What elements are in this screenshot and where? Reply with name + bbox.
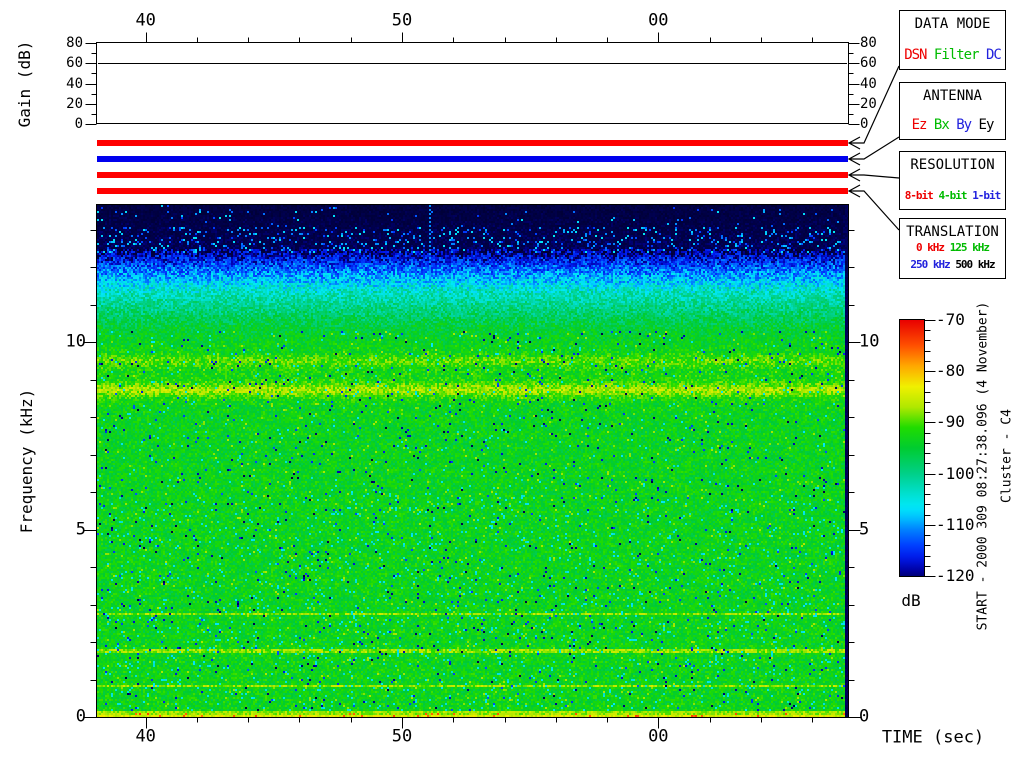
colorbar-tick-label: -120 [936, 566, 975, 585]
panel-antenna: ANTENNA Ez Bx By Ey [899, 82, 1006, 140]
panel-options: DSN Filter DC [904, 47, 1002, 63]
panel-option-row: DSN Filter DC [904, 47, 1002, 63]
gain-plot-frame [96, 42, 849, 124]
colorbar-tick-label: -90 [936, 412, 965, 432]
panel-title: DATA MODE [914, 16, 991, 32]
panel-option: By [956, 117, 972, 133]
wbd-spectrogram-viewer: 40 50 00 0 0 20 20 40 40 60 60 80 80 0 0 5 5 10 10 40 50 00 -7… [0, 0, 1024, 768]
time-tick-label-bottom: 50 [391, 726, 413, 747]
panel-option: DSN [904, 47, 927, 63]
panel-option-row: 8-bit 4-bit 1-bit [904, 188, 1002, 203]
panel-option: Bx [933, 117, 950, 133]
panel-title: RESOLUTION [910, 157, 995, 173]
colorbar-tick-label: -100 [936, 463, 975, 483]
panel-option-row: 250 kHz 500 kHz [910, 257, 995, 272]
panel-option: 0 kHz [915, 241, 945, 254]
gain-tick-label-left: 20 [66, 95, 83, 112]
freq-tick-label-right: 0 [859, 706, 870, 727]
gain-tick-label-left: 60 [66, 55, 83, 72]
gain-tick-label-left: 40 [66, 75, 83, 92]
status-bar-antenna [97, 156, 848, 162]
panel-options: 8-bit 4-bit 1-bit [904, 188, 1002, 203]
freq-tick-label-left: 5 [75, 519, 86, 540]
freq-tick-label-right: 10 [859, 331, 880, 352]
panel-option: Filter [933, 47, 980, 63]
gain-tick-label-right: 0 [860, 116, 869, 132]
panel-option: 1-bit [972, 189, 1001, 202]
time-tick-label-top: 40 [135, 10, 156, 31]
spectrogram-heatmap [97, 205, 848, 717]
panel-option: Ez [911, 117, 928, 133]
freq-tick-label-left: 10 [65, 331, 86, 352]
time-axis-title: TIME (sec) [881, 727, 985, 748]
frequency-axis-title: Frequency (kHz) [17, 388, 36, 534]
time-tick-label-top: 50 [391, 10, 413, 31]
panel-option: 8-bit [904, 189, 934, 202]
panel-option: Ey [978, 117, 995, 133]
panel-option: DC [985, 47, 1002, 63]
panel-options: Ez Bx By Ey [911, 117, 995, 133]
gain-tick-label-right: 20 [860, 95, 877, 112]
panel-option: 125 kHz [949, 241, 990, 254]
spacecraft-annotation: Cluster - C4 [999, 409, 1015, 503]
panel-options: 0 kHz 125 kHz 250 kHz 500 kHz [910, 240, 995, 272]
status-bar-translation [97, 188, 848, 194]
time-tick-label-bottom: 00 [648, 726, 669, 747]
freq-tick-label-left: 0 [75, 706, 86, 727]
colorbar-tick-label: -80 [936, 361, 965, 381]
status-bar-data-mode [97, 140, 848, 146]
colorbar-tick-label: -110 [936, 514, 975, 534]
gain-tick-label-right: 60 [860, 55, 877, 72]
gain-tick-label-left: 0 [74, 116, 83, 132]
panel-data-mode: DATA MODE DSN Filter DC [899, 10, 1006, 70]
status-bar-resolution [97, 172, 848, 178]
colorbar-tick-label: -70 [936, 310, 965, 329]
colorbar-unit-label: dB [901, 591, 921, 610]
gain-tick-label-left: 80 [66, 35, 83, 51]
panel-title: TRANSLATION [906, 224, 999, 240]
panel-option-row: Ez Bx By Ey [911, 117, 995, 133]
time-tick-label-top: 00 [648, 10, 669, 31]
freq-tick-label-right: 5 [859, 519, 870, 540]
panel-option-row: 0 kHz 125 kHz [915, 240, 990, 255]
panel-title: ANTENNA [922, 88, 982, 104]
gain-axis-title: Gain (dB) [15, 40, 34, 128]
gain-tick-label-right: 40 [860, 75, 877, 92]
panel-resolution: RESOLUTION 8-bit 4-bit 1-bit [899, 151, 1006, 210]
panel-option: 250 kHz [910, 258, 950, 271]
panel-option: 4-bit [938, 189, 967, 202]
start-time-annotation: START - 2000 309 08:27:38.096 (4 Novembe… [975, 301, 991, 631]
colorbar-gradient [899, 319, 925, 577]
gain-tick-label-right: 80 [860, 35, 877, 51]
time-tick-label-bottom: 40 [135, 726, 156, 747]
panel-option: 500 kHz [955, 258, 995, 271]
panel-translation: TRANSLATION 0 kHz 125 kHz 250 kHz 500 kHz [899, 218, 1006, 279]
